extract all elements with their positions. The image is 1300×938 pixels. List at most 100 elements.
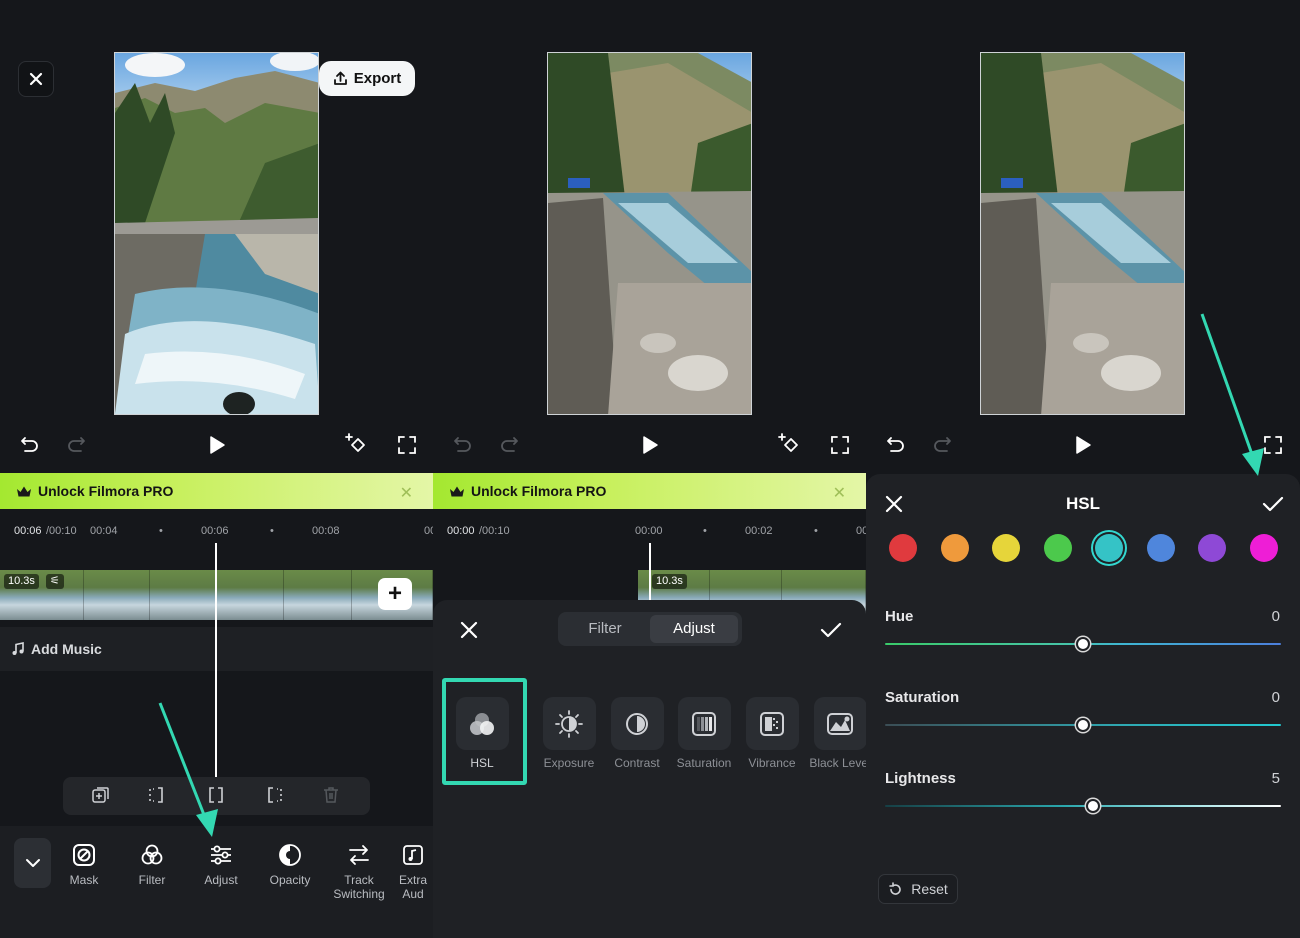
- clip-duration-badge: 10.3s: [4, 574, 39, 589]
- tab-filter[interactable]: Filter: [562, 615, 648, 643]
- color-swatch[interactable]: [1146, 534, 1175, 562]
- lightness-slider[interactable]: [885, 805, 1281, 807]
- annotation-arrow: [158, 702, 218, 837]
- track-switching-icon: [349, 845, 369, 865]
- color-swatch[interactable]: [889, 534, 917, 562]
- tool-filter[interactable]: Filter: [117, 843, 187, 887]
- checkmark-icon: [1262, 496, 1284, 512]
- ruler-tick: 00:08: [312, 525, 340, 537]
- editor-panel-hsl: HSL Hue 0 Saturation 0 Lightness 5 Reset: [866, 0, 1300, 938]
- ruler-tick: 00:00: [635, 525, 663, 537]
- tool-label: Mask: [69, 873, 99, 887]
- promo-banner[interactable]: Unlock Filmora PRO ✕: [0, 473, 433, 509]
- redo-icon: [501, 437, 518, 452]
- ruler-tick: 00: [424, 525, 433, 537]
- redo-button[interactable]: [497, 433, 521, 455]
- adjust-item-label: Vibrance: [748, 756, 796, 770]
- trim-start-icon: [149, 787, 163, 803]
- color-swatch[interactable]: [940, 534, 969, 562]
- adjust-sheet: Filter Adjust HSL Exposure Contrast Satu…: [433, 600, 866, 938]
- color-swatch[interactable]: [992, 534, 1020, 562]
- fullscreen-button[interactable]: [828, 433, 852, 457]
- tool-mask[interactable]: Mask: [49, 843, 119, 887]
- checkmark-icon: [820, 622, 842, 638]
- adjust-item-exposure[interactable]: Exposure: [538, 697, 600, 770]
- bottom-toolbar: Mask Filter Adjust Opacity Track Switchi…: [0, 826, 433, 938]
- tool-label: Filter: [138, 873, 166, 887]
- lightness-label: Lightness: [885, 770, 956, 787]
- fullscreen-icon: [831, 436, 849, 454]
- adjust-item-contrast[interactable]: Contrast: [606, 697, 668, 770]
- collapse-toolbar-button[interactable]: [14, 838, 51, 888]
- adjust-icon: [211, 845, 231, 865]
- play-icon: [1076, 436, 1091, 454]
- color-swatch[interactable]: [1095, 534, 1123, 562]
- crown-icon: [450, 486, 464, 496]
- redo-button[interactable]: [930, 433, 954, 455]
- tool-adjust[interactable]: Adjust: [186, 843, 256, 887]
- keyframe-button[interactable]: [342, 431, 368, 457]
- redo-button[interactable]: [64, 433, 88, 455]
- ruler-tick: •: [159, 525, 163, 537]
- promo-banner[interactable]: Unlock Filmora PRO ✕: [433, 473, 866, 509]
- hsl-sheet: HSL Hue 0 Saturation 0 Lightness 5 Reset: [866, 474, 1300, 938]
- adjust-item-saturation[interactable]: Saturation: [673, 697, 735, 770]
- confirm-button[interactable]: [1260, 492, 1286, 516]
- mask-icon: [73, 844, 95, 866]
- exposure-icon: [555, 709, 583, 738]
- play-button[interactable]: [638, 433, 662, 457]
- adjust-item-black-level[interactable]: Black Level: [809, 697, 866, 770]
- split-icon: [209, 787, 223, 803]
- adjust-item-vibrance[interactable]: Vibrance: [741, 697, 803, 770]
- duplicate-button[interactable]: [91, 785, 111, 805]
- time-current: 00:06: [14, 525, 42, 537]
- tool-opacity[interactable]: Opacity: [255, 843, 325, 887]
- color-swatch[interactable]: [1198, 534, 1226, 562]
- adjust-item-label: Saturation: [676, 756, 732, 770]
- ruler-tick: 00:04: [90, 525, 118, 537]
- cancel-button[interactable]: [457, 618, 481, 642]
- close-button[interactable]: [18, 61, 54, 97]
- undo-button[interactable]: [451, 433, 475, 455]
- play-button[interactable]: [1071, 433, 1095, 457]
- split-button[interactable]: [206, 785, 226, 805]
- promo-close-icon[interactable]: ✕: [833, 483, 846, 503]
- redo-icon: [68, 437, 85, 452]
- timeline-ruler[interactable]: 00:00 /00:10 00:00 • 00:02 • 00: [433, 520, 866, 542]
- annotation-arrow: [1200, 313, 1264, 476]
- export-label: Export: [353, 70, 402, 87]
- playhead[interactable]: [649, 543, 651, 603]
- play-icon: [210, 436, 225, 454]
- hue-slider-thumb[interactable]: [1076, 637, 1090, 651]
- promo-close-icon[interactable]: ✕: [400, 483, 413, 503]
- play-button[interactable]: [205, 433, 229, 457]
- trim-end-button[interactable]: [263, 785, 283, 805]
- fullscreen-button[interactable]: [1261, 433, 1285, 457]
- color-swatch[interactable]: [1043, 534, 1072, 562]
- undo-button[interactable]: [18, 433, 42, 455]
- reset-button[interactable]: Reset: [878, 874, 958, 904]
- tool-track-switching[interactable]: Track Switching: [324, 843, 394, 901]
- tool-extract-audio[interactable]: Extra Aud: [390, 843, 433, 901]
- keyframe-button[interactable]: [775, 431, 801, 457]
- close-icon: [29, 72, 43, 86]
- selection-highlight: [442, 678, 527, 785]
- lightness-slider-thumb[interactable]: [1085, 799, 1100, 813]
- confirm-button[interactable]: [818, 618, 844, 642]
- export-button[interactable]: Export: [319, 61, 415, 96]
- saturation-icon: [692, 711, 716, 736]
- tool-label: Track Switching: [333, 873, 385, 901]
- playhead[interactable]: [215, 543, 217, 778]
- add-clip-button[interactable]: +: [378, 578, 412, 610]
- delete-button[interactable]: [321, 785, 341, 805]
- keyframe-icon: [345, 433, 365, 452]
- timeline-ruler[interactable]: 00:06 /00:10 00:04 • 00:06 • 00:08 00: [0, 520, 433, 542]
- tool-label: Adjust: [204, 873, 238, 887]
- trim-end-icon: [268, 787, 282, 803]
- trim-start-button[interactable]: [148, 785, 168, 805]
- tab-adjust[interactable]: Adjust: [650, 615, 738, 643]
- color-swatch[interactable]: [1249, 534, 1278, 562]
- undo-button[interactable]: [884, 433, 908, 455]
- saturation-slider-thumb[interactable]: [1076, 718, 1090, 732]
- fullscreen-button[interactable]: [395, 433, 419, 457]
